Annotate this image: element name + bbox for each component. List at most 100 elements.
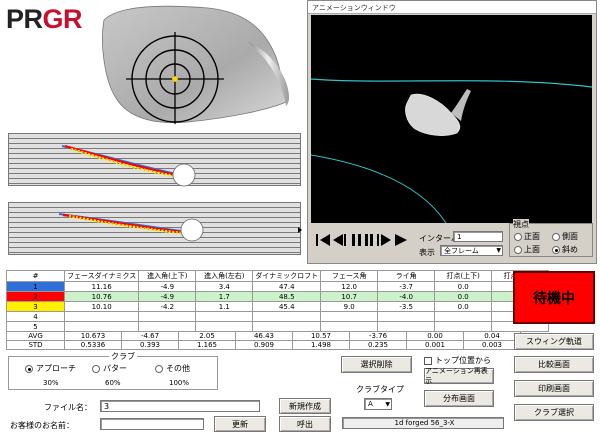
table-cell: 1.7 [195,291,254,302]
table-cell: 48.5 [252,291,322,302]
table-cell [252,321,322,332]
viewpoint-front[interactable]: 正面 [514,231,540,242]
table-header: フェース角 [320,270,379,282]
step-forward-icon [377,234,391,246]
std-row: STD 0.5336 0.393 1.165 0.909 1.498 0.235… [6,340,521,350]
radio-icon [552,232,560,241]
top-position-checkbox[interactable]: トップ位置から [424,355,491,366]
club-option-approach[interactable]: アプローチ [25,363,76,374]
table-row[interactable]: 3 10.10 -4.2 1.1 45.4 9.0 -3.5 0.0 0.0 [6,301,550,312]
table-cell [320,321,379,332]
logo: PRGR [6,4,83,34]
table-cell [434,311,493,322]
customer-name-input[interactable] [100,418,204,430]
display-select[interactable]: 全フレーム ▼ [440,245,503,256]
table-cell: 0.235 [349,340,407,350]
pct-other: 100% [169,379,190,387]
stop-icon [365,234,373,246]
avg-row: AVG 10.673 -4.67 2.05 46.43 10.57 -3.76 … [6,331,521,341]
radio-icon [92,364,100,373]
delete-selected-button[interactable]: 選択削除 [341,356,412,373]
table-cell: 45.4 [252,301,322,312]
club-select-button[interactable]: クラブ選択 [514,404,594,421]
row-index: 3 [6,301,65,312]
row-index: 2 [6,291,65,302]
table-cell: 0.0 [434,291,493,302]
avg-label: AVG [6,331,65,341]
table-cell: -4.2 [138,301,197,312]
row-index: 4 [6,311,65,322]
print-screen-button[interactable]: 印刷画面 [514,380,594,397]
animation-viewport[interactable] [310,15,593,224]
interval-input[interactable]: 1 [453,231,503,242]
table-cell [377,321,436,332]
table-cell: 10.10 [63,301,140,312]
table-cell: -3.76 [349,331,407,341]
table-cell: 1.498 [292,340,350,350]
compare-screen-button[interactable]: 比較画面 [514,356,594,373]
table-row[interactable]: 1 11.16 -4.9 3.4 47.4 12.0 -3.7 0.0 0.0 [6,281,550,292]
table-header: # [6,270,65,282]
viewpoint-diagonal[interactable]: 斜め [552,244,578,255]
results-table: # フェースダイナミクス 進入角(上下) 進入角(左右) ダイナミックロフト フ… [6,270,550,332]
customer-name-label: お客様のお名前： [10,421,74,430]
table-header: ダイナミックロフト [252,270,322,282]
swing-track-bottom [8,202,302,255]
table-cell: -4.9 [138,291,197,302]
table-cell: 0.0 [434,281,493,292]
swing-path-button[interactable]: スウィング軌道 [514,333,594,350]
table-cell: 0.003 [463,340,521,350]
club-option-putter[interactable]: パター [92,363,127,374]
club-option-other[interactable]: その他 [155,363,190,374]
replay-animation-button[interactable]: アニメーション再表示 [424,367,494,385]
table-cell [434,321,493,332]
table-header: 進入角(上下) [138,270,197,282]
call-button[interactable]: 呼出 [279,416,331,432]
table-cell: 2.05 [178,331,236,341]
viewpoint-top[interactable]: 上面 [514,244,540,255]
club-group-legend: クラブ [109,351,137,362]
new-file-button[interactable]: 新規作成 [279,398,331,414]
table-cell: 0.393 [121,340,179,350]
club-type-select[interactable]: A ▼ [364,398,392,410]
chevron-down-icon: ▼ [496,247,501,254]
table-cell [377,311,436,322]
table-cell: 9.0 [320,301,379,312]
display-label: 表示 [419,248,435,257]
table-cell: 0.04 [463,331,521,341]
table-cell: 10.7 [320,291,379,302]
file-name-label: ファイル名： [44,403,92,412]
animation-window-title: アニメーションウィンドウ [308,1,596,14]
std-label: STD [6,340,65,350]
checkbox-icon [424,356,432,365]
viewpoint-label: 視点 [513,219,529,230]
swing-track-top [8,133,301,187]
table-row[interactable]: 4 [6,311,550,322]
table-cell: 0.0 [434,301,493,312]
radio-selected-icon [552,245,560,254]
file-name-input[interactable]: 3 [100,400,260,412]
chevron-down-icon: ▼ [385,401,390,408]
table-row-selected[interactable]: 2 10.76 -4.9 1.7 48.5 10.7 -4.0 0.0 0.0 [6,291,550,302]
skip-start-icon [316,234,330,246]
radio-icon [514,245,522,254]
table-cell [63,311,140,322]
table-cell: 0.00 [406,331,464,341]
animation-window: アニメーションウィンドウ インターバル 1 表示 全フレーム ▼ 視点 正面 側… [307,0,597,264]
table-cell: 10.76 [63,291,140,302]
table-cell: 1.165 [178,340,236,350]
table-row[interactable]: 5 [6,321,550,332]
table-cell [195,321,254,332]
viewpoint-side[interactable]: 側面 [552,231,578,242]
radio-icon [514,232,522,241]
table-cell: 12.0 [320,281,379,292]
distribution-screen-button[interactable]: 分布画面 [424,390,494,407]
table-cell: -4.9 [138,281,197,292]
table-cell [195,311,254,322]
update-button[interactable]: 更新 [214,416,266,432]
club-name-display: 1d forged 56_3-X [342,417,504,429]
playback-controls [314,231,410,249]
animation-controls: インターバル 1 表示 全フレーム ▼ 視点 正面 側面 上面 斜め [308,219,596,263]
radio-selected-icon [25,364,33,373]
table-cell [138,321,197,332]
